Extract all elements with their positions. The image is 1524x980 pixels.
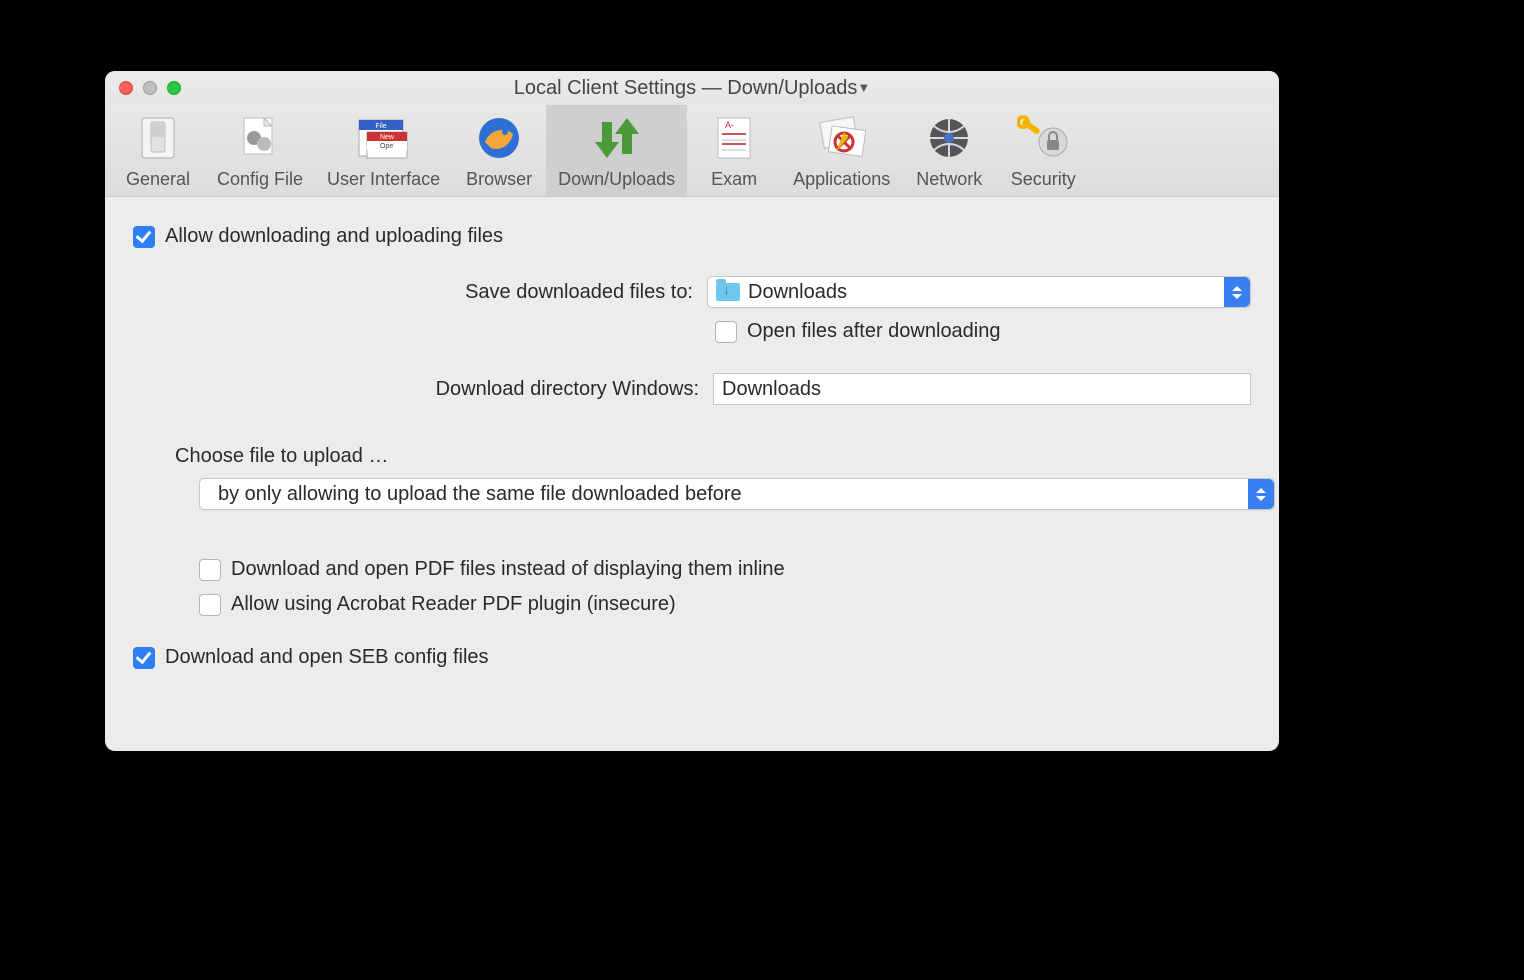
tab-user-interface-label: User Interface xyxy=(327,169,440,190)
tab-down-uploads[interactable]: Down/Uploads xyxy=(546,105,687,196)
downloads-folder-icon xyxy=(716,283,740,301)
ui-window-icon: File New Ope xyxy=(357,111,411,165)
window-title-main: Local Client Settings xyxy=(514,77,696,99)
svg-text:New: New xyxy=(380,134,395,141)
open-after-download-label: Open files after downloading xyxy=(747,320,1001,343)
allow-down-up-label: Allow downloading and uploading files xyxy=(165,225,503,248)
content-pane: Allow downloading and uploading files Sa… xyxy=(105,197,1279,711)
tab-config-file[interactable]: Config File xyxy=(205,105,315,196)
tab-exam[interactable]: A- Exam xyxy=(687,105,781,196)
seb-config-label: Download and open SEB config files xyxy=(165,646,489,669)
tab-security-label: Security xyxy=(1011,169,1076,190)
acrobat-plugin-checkbox[interactable] xyxy=(199,594,221,616)
key-lock-icon xyxy=(1016,111,1070,165)
tab-applications[interactable]: Applications xyxy=(781,105,902,196)
tab-config-file-label: Config File xyxy=(217,169,303,190)
popup-arrows-icon xyxy=(1224,277,1250,307)
win-dir-value: Downloads xyxy=(722,378,821,401)
tab-network[interactable]: Network xyxy=(902,105,996,196)
seamonkey-icon xyxy=(472,111,526,165)
win-dir-field[interactable]: Downloads xyxy=(713,373,1251,405)
tab-security[interactable]: Security xyxy=(996,105,1090,196)
tab-down-uploads-label: Down/Uploads xyxy=(558,169,675,190)
applications-icon xyxy=(815,111,869,165)
window-title[interactable]: Local Client Settings — Down/Uploads▼ xyxy=(105,77,1279,100)
svg-text:Ope: Ope xyxy=(380,143,393,150)
open-after-download-checkbox[interactable] xyxy=(715,321,737,343)
title-dropdown-icon: ▼ xyxy=(857,80,870,95)
acrobat-plugin-label: Allow using Acrobat Reader PDF plugin (i… xyxy=(231,593,676,616)
pdf-inline-checkbox[interactable] xyxy=(199,559,221,581)
window-title-section: Down/Uploads xyxy=(727,77,857,99)
tab-network-label: Network xyxy=(916,169,982,190)
toolbar: General Config File File xyxy=(105,105,1279,197)
network-globe-icon xyxy=(922,111,976,165)
tab-applications-label: Applications xyxy=(793,169,890,190)
down-up-arrows-icon xyxy=(590,111,644,165)
choose-upload-value: by only allowing to upload the same file… xyxy=(208,483,742,506)
tab-browser[interactable]: Browser xyxy=(452,105,546,196)
choose-upload-label: Choose file to upload … xyxy=(175,445,1251,468)
tab-general[interactable]: General xyxy=(111,105,205,196)
save-to-value: Downloads xyxy=(748,281,847,304)
save-to-label: Save downloaded files to: xyxy=(133,281,707,304)
minimize-button[interactable] xyxy=(143,81,157,95)
pdf-inline-label: Download and open PDF files instead of d… xyxy=(231,558,785,581)
tab-browser-label: Browser xyxy=(466,169,532,190)
config-file-icon xyxy=(233,111,287,165)
tab-exam-label: Exam xyxy=(711,169,757,190)
choose-upload-popup[interactable]: by only allowing to upload the same file… xyxy=(199,478,1275,510)
save-to-popup[interactable]: Downloads xyxy=(707,276,1251,308)
win-dir-label: Download directory Windows: xyxy=(133,378,713,401)
maximize-button[interactable] xyxy=(167,81,181,95)
exam-sheet-icon: A- xyxy=(707,111,761,165)
svg-text:A-: A- xyxy=(725,120,734,130)
window-controls xyxy=(119,81,181,95)
tab-user-interface[interactable]: File New Ope User Interface xyxy=(315,105,452,196)
close-button[interactable] xyxy=(119,81,133,95)
svg-text:File: File xyxy=(375,123,386,130)
titlebar: Local Client Settings — Down/Uploads▼ xyxy=(105,71,1279,105)
allow-down-up-checkbox[interactable] xyxy=(133,226,155,248)
tab-general-label: General xyxy=(126,169,190,190)
settings-window: Local Client Settings — Down/Uploads▼ Ge… xyxy=(105,71,1279,751)
popup-arrows-icon xyxy=(1248,479,1274,509)
seb-config-checkbox[interactable] xyxy=(133,647,155,669)
toggle-switch-icon xyxy=(131,111,185,165)
